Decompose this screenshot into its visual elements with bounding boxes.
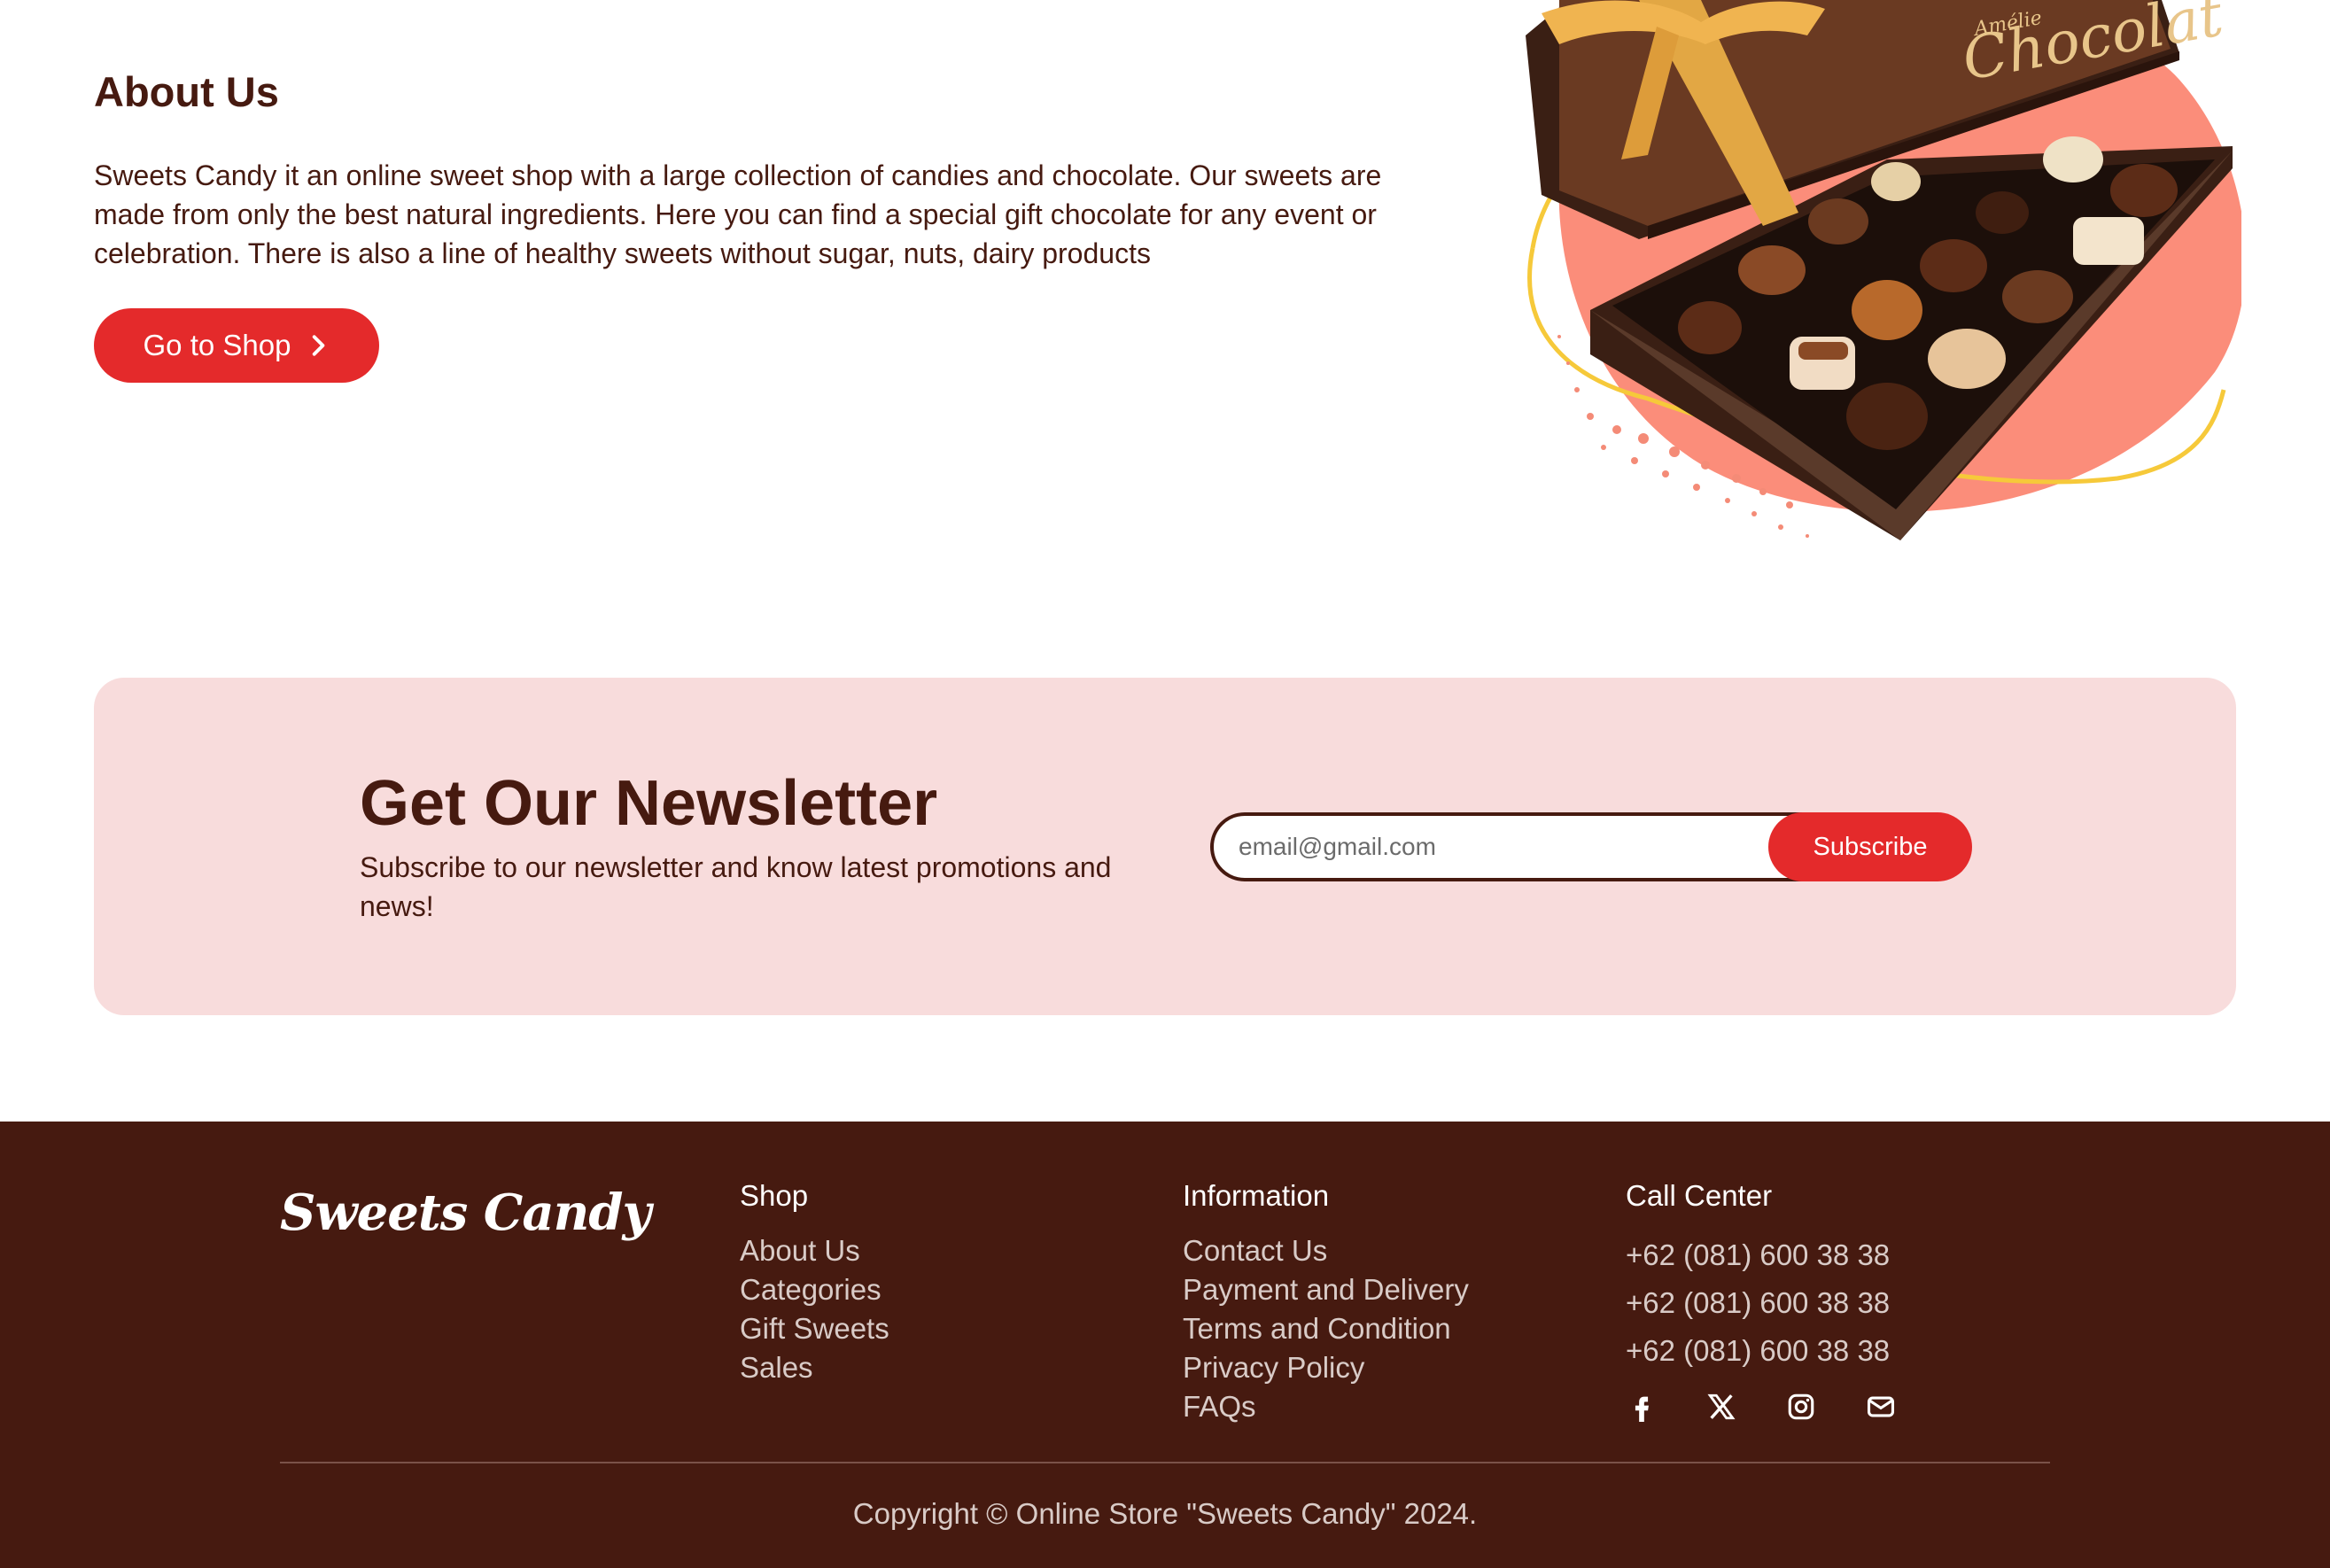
footer-link-contact-us[interactable]: Contact Us bbox=[1183, 1231, 1469, 1270]
footer-link-faqs[interactable]: FAQs bbox=[1183, 1387, 1469, 1426]
newsletter-section: Get Our Newsletter Subscribe to our news… bbox=[94, 678, 2236, 1015]
facebook-icon[interactable] bbox=[1626, 1391, 1658, 1423]
chevron-right-icon bbox=[313, 335, 325, 356]
footer-shop-heading: Shop bbox=[740, 1179, 809, 1212]
subscribe-button[interactable]: Subscribe bbox=[1768, 812, 1972, 881]
copyright-text: Copyright © Online Store "Sweets Candy" … bbox=[852, 1497, 1478, 1530]
social-links bbox=[1626, 1391, 1897, 1423]
footer-link-terms[interactable]: Terms and Condition bbox=[1183, 1309, 1469, 1348]
newsletter-title: Get Our Newsletter bbox=[360, 768, 938, 839]
footer: Sweets Candy Shop About Us Categories Gi… bbox=[0, 1122, 2330, 1568]
footer-link-categories[interactable]: Categories bbox=[740, 1270, 889, 1309]
footer-link-payment-delivery[interactable]: Payment and Delivery bbox=[1183, 1270, 1469, 1309]
instagram-icon[interactable] bbox=[1785, 1391, 1817, 1423]
footer-shop-column: Shop About Us Categories Gift Sweets Sal… bbox=[740, 1175, 889, 1387]
footer-link-sales[interactable]: Sales bbox=[740, 1348, 889, 1387]
phone-number[interactable]: +62 (081) 600 38 38 bbox=[1626, 1279, 1890, 1327]
footer-call-center-heading: Call Center bbox=[1626, 1179, 1773, 1212]
newsletter-subtitle: Subscribe to our newsletter and know lat… bbox=[360, 851, 1112, 922]
about-text: Sweets Candy it an online sweet shop wit… bbox=[94, 159, 1382, 269]
go-to-shop-button[interactable]: Go to Shop bbox=[94, 308, 379, 383]
chocolate-box-image: Chocolat Amélie bbox=[1526, 0, 2241, 540]
footer-divider bbox=[280, 1462, 2050, 1463]
footer-link-about-us[interactable]: About Us bbox=[740, 1231, 889, 1270]
mail-icon[interactable] bbox=[1865, 1391, 1897, 1423]
footer-logo[interactable]: Sweets Candy bbox=[280, 1184, 651, 1242]
footer-information-column: Information Contact Us Payment and Deliv… bbox=[1183, 1175, 1469, 1426]
footer-information-heading: Information bbox=[1183, 1179, 1330, 1212]
email-input[interactable] bbox=[1210, 812, 1845, 881]
footer-link-privacy[interactable]: Privacy Policy bbox=[1183, 1348, 1469, 1387]
about-title: About Us bbox=[94, 68, 279, 115]
x-icon[interactable] bbox=[1705, 1391, 1737, 1423]
go-to-shop-label: Go to Shop bbox=[143, 329, 291, 361]
phone-number[interactable]: +62 (081) 600 38 38 bbox=[1626, 1327, 1890, 1375]
footer-link-gift-sweets[interactable]: Gift Sweets bbox=[740, 1309, 889, 1348]
phone-number[interactable]: +62 (081) 600 38 38 bbox=[1626, 1231, 1890, 1279]
footer-call-center-column: Call Center +62 (081) 600 38 38 +62 (081… bbox=[1626, 1175, 1890, 1375]
about-section: About Us Sweets Candy it an online sweet… bbox=[94, 64, 1396, 273]
